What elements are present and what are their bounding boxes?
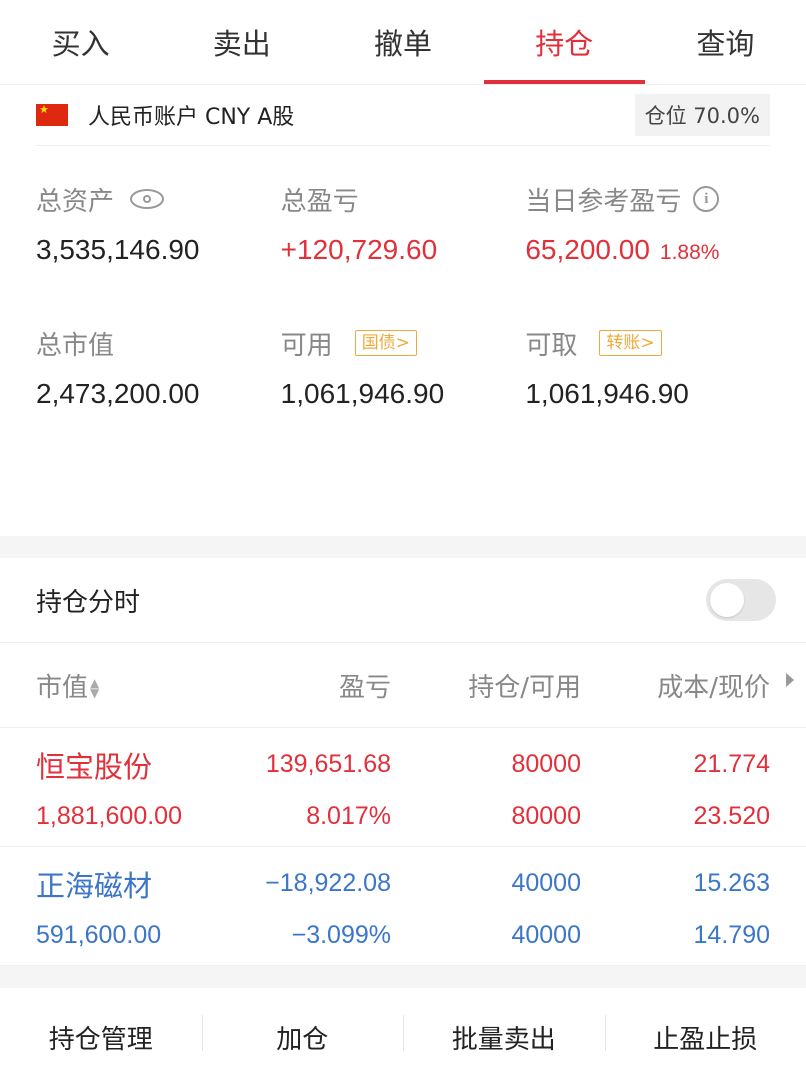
holdings-table-header: 市值▲▼ 盈亏 持仓/可用 成本/现价: [0, 643, 806, 728]
current-price: 23.520: [581, 802, 770, 831]
timeshare-toggle[interactable]: [706, 579, 776, 621]
holding-qty: 40000: [391, 869, 581, 898]
asset-summary: 总资产 3,535,146.90 总盈亏 +120,729.60 当日参考盈亏 i…: [0, 146, 806, 536]
cost-price: 15.263: [581, 869, 770, 898]
pnl-value: 139,651.68: [216, 750, 391, 779]
daily-pnl-value: 65,200.00: [525, 234, 650, 265]
daily-pnl-label: 当日参考盈亏: [525, 181, 681, 218]
transfer-link[interactable]: 转账>: [599, 330, 661, 356]
current-price: 14.790: [581, 921, 770, 950]
tab-buy[interactable]: 买入: [0, 0, 161, 84]
market-value: 591,600.00: [36, 921, 216, 950]
market-value: 1,881,600.00: [36, 802, 216, 831]
add-position-button[interactable]: 加仓: [202, 1019, 404, 1056]
header-cost-price: 成本/现价: [581, 667, 770, 704]
stock-name: 正海磁材: [36, 863, 216, 905]
total-assets-label: 总资产: [36, 181, 114, 218]
table-row[interactable]: 恒宝股份 139,651.68 80000 21.774 1,881,600.0…: [0, 728, 806, 847]
total-assets: 总资产 3,535,146.90: [36, 182, 281, 266]
timeshare-label: 持仓分时: [36, 582, 706, 619]
section-divider: [0, 536, 806, 558]
take-profit-stop-loss-button[interactable]: 止盈止损: [605, 1019, 806, 1056]
cost-price: 21.774: [581, 750, 770, 779]
available-funds: 可用国债> 1,061,946.90: [281, 326, 526, 410]
available-qty: 40000: [391, 921, 581, 950]
account-bar: 人民币账户 CNY A股 仓位 70.0%: [0, 85, 806, 146]
manage-holdings-button[interactable]: 持仓管理: [0, 1019, 202, 1056]
daily-pnl: 当日参考盈亏 i 65,200.00 1.88%: [525, 182, 770, 266]
treasury-bond-link[interactable]: 国债>: [355, 330, 417, 356]
tab-sell[interactable]: 卖出: [161, 0, 322, 84]
header-market-value[interactable]: 市值▲▼: [36, 667, 216, 704]
market-value: 总市值 2,473,200.00: [36, 326, 281, 410]
withdrawable-label: 可取: [525, 325, 577, 362]
total-pnl: 总盈亏 +120,729.60: [281, 182, 526, 266]
trade-tabs: 买入 卖出 撤单 持仓 查询: [0, 0, 806, 85]
sort-icon: ▲▼: [90, 678, 99, 698]
tab-holdings[interactable]: 持仓: [484, 0, 645, 84]
pnl-value: −18,922.08: [216, 869, 391, 898]
daily-pnl-pct: 1.88%: [660, 241, 720, 264]
batch-sell-button[interactable]: 批量卖出: [403, 1019, 605, 1056]
header-holding: 持仓/可用: [391, 667, 581, 704]
position-badge: 仓位 70.0%: [635, 94, 770, 136]
info-icon[interactable]: i: [693, 186, 719, 212]
china-flag-icon: [36, 104, 68, 126]
account-label: 人民币账户 CNY A股: [88, 99, 635, 131]
market-value-label: 总市值: [36, 325, 114, 362]
action-bar: 持仓管理 加仓 批量卖出 止盈止损: [0, 988, 806, 1086]
holding-qty: 80000: [391, 750, 581, 779]
available-label: 可用: [281, 325, 333, 362]
timeshare-row: 持仓分时: [0, 558, 806, 643]
stock-name: 恒宝股份: [36, 744, 216, 786]
total-assets-value: 3,535,146.90: [36, 234, 281, 266]
total-pnl-value: +120,729.60: [281, 234, 526, 266]
withdrawable-funds: 可取转账> 1,061,946.90: [525, 326, 770, 410]
header-pnl: 盈亏: [216, 667, 391, 704]
market-value-value: 2,473,200.00: [36, 378, 281, 410]
tab-query[interactable]: 查询: [645, 0, 806, 84]
tab-cancel[interactable]: 撤单: [322, 0, 483, 84]
table-row[interactable]: 正海磁材 −18,922.08 40000 15.263 591,600.00 …: [0, 847, 806, 966]
header-market-value-label: 市值: [36, 673, 88, 703]
available-value: 1,061,946.90: [281, 378, 526, 410]
withdrawable-value: 1,061,946.90: [525, 378, 770, 410]
section-divider: [0, 966, 806, 988]
pnl-pct: −3.099%: [216, 921, 391, 950]
available-qty: 80000: [391, 802, 581, 831]
pnl-pct: 8.017%: [216, 802, 391, 831]
total-pnl-label: 总盈亏: [281, 181, 359, 218]
scroll-right-icon[interactable]: [786, 673, 794, 687]
eye-icon[interactable]: [130, 189, 164, 209]
